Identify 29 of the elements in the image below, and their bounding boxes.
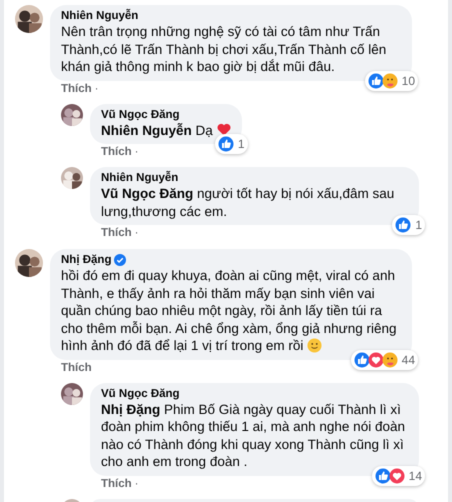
hug-reaction-icon (382, 72, 398, 88)
like-link[interactable]: Thích (101, 476, 132, 490)
author-name[interactable]: Nhị Đặng (61, 253, 112, 267)
comment-text: hồi đó em đi quay khuya, đoàn ai cũng mệt, viral có anh Thành, e thấy ảnh ra hỏi thăm mấy bạn sinh viên vai quần chúng bao nhiêu một ngày, rồi ảnh lấy tiền túi ra cho thêm mỗi bạn. Ai chê ổng xàm, ổng giả nhưng riêng hình ảnh đó đã để lại 1 vị trí trong em rồi (61, 267, 398, 354)
author-name[interactable]: Vũ Ngọc Đăng (101, 108, 180, 122)
reaction-count: 44 (402, 352, 415, 368)
hug-reaction-icon (382, 352, 398, 368)
smiley-icon (307, 338, 322, 353)
comment-text: Vũ Ngọc Đăng người tốt hay bị nói xấu,đâm sau lưng,thương các em. (101, 185, 396, 220)
author-name[interactable]: Nhiên Nguyễn (61, 9, 138, 23)
reaction-count: 1 (415, 217, 422, 234)
author-name[interactable]: Nhiên Nguyễn (101, 171, 178, 185)
separator-dot: · (134, 145, 139, 159)
like-link[interactable]: Thích (61, 360, 92, 374)
comment-text: Nhị Đặng Phim Bố Già ngày quay cuối Thành lì xì đoàn phim không thiếu 1 ai, mà anh nghe nói đoàn nào có Thành đóng khi quay xong Thành cũng lì xì cho anh em trong đoàn . (101, 400, 406, 470)
like-link[interactable]: Thích (61, 82, 92, 96)
separator-dot: · (134, 476, 139, 490)
reaction-count: 14 (408, 468, 422, 484)
verified-badge-icon (114, 254, 126, 266)
comment-text: Nên trân trọng những nghệ sỹ có tài có tâm như Trấn Thành,có lẽ Trấn Thành bị chơi xấu,Trấn Thành cố lên khán giả thông minh k bao giờ bị dắt mũi đâu. (61, 23, 388, 76)
reaction-count: 10 (402, 72, 415, 90)
heart-icon (216, 122, 231, 136)
like-link[interactable]: Thích (101, 145, 132, 159)
author-name[interactable]: Vũ Ngọc Đăng (101, 386, 180, 400)
comment-text: Nhiên Nguyễn Dạ (101, 122, 231, 139)
separator-dot: · (94, 82, 99, 96)
like-link[interactable]: Thích (101, 226, 132, 240)
reaction-count: 1 (238, 136, 245, 153)
separator-dot: · (134, 226, 139, 240)
